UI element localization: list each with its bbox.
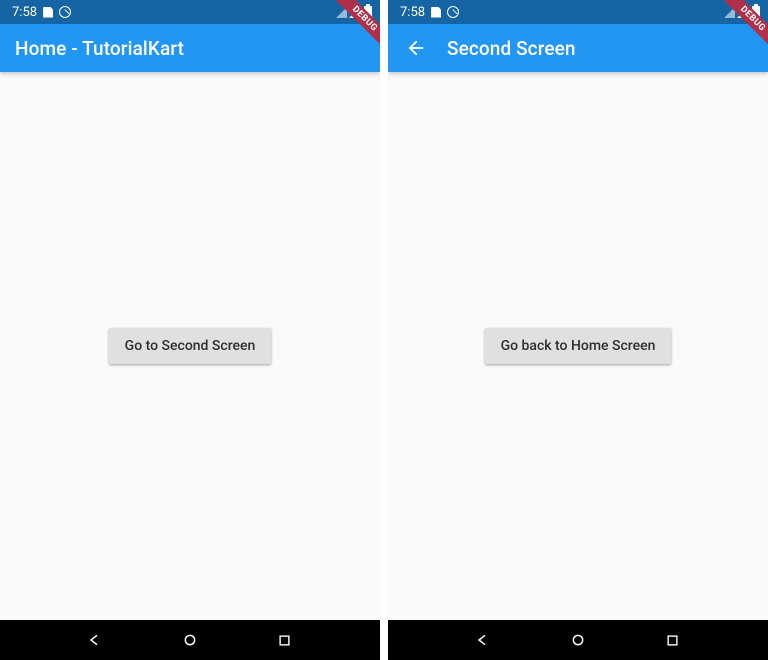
go-back-home-button[interactable]: Go back to Home Screen bbox=[485, 328, 672, 364]
content-area: Go back to Home Screen bbox=[388, 72, 768, 620]
nav-recent-button[interactable] bbox=[663, 630, 683, 650]
app-bar-title: Second Screen bbox=[447, 37, 576, 60]
status-bar: 7:58 bbox=[0, 0, 380, 24]
nav-back-button[interactable] bbox=[473, 630, 493, 650]
status-time: 7:58 bbox=[12, 5, 37, 20]
back-button[interactable] bbox=[397, 29, 435, 67]
nav-recent-button[interactable] bbox=[275, 630, 295, 650]
go-to-second-button[interactable]: Go to Second Screen bbox=[109, 328, 272, 364]
android-nav-bar bbox=[388, 620, 768, 660]
status-left: 7:58 bbox=[400, 5, 459, 20]
app-bar: Home - TutorialKart bbox=[0, 24, 380, 72]
android-nav-bar bbox=[0, 620, 380, 660]
sd-card-icon bbox=[43, 7, 53, 18]
do-not-disturb-icon bbox=[59, 6, 71, 18]
content-area: Go to Second Screen bbox=[0, 72, 380, 620]
arrow-back-icon bbox=[405, 37, 427, 59]
status-time: 7:58 bbox=[400, 5, 425, 20]
status-left: 7:58 bbox=[12, 5, 71, 20]
phone-home: DEBUG 7:58 Home - TutorialKart Go to Sec… bbox=[0, 0, 380, 660]
app-bar: Second Screen bbox=[388, 24, 768, 72]
do-not-disturb-icon bbox=[447, 6, 459, 18]
status-bar: 7:58 bbox=[388, 0, 768, 24]
phone-second: DEBUG 7:58 Second Screen Go back to Home… bbox=[388, 0, 768, 660]
nav-home-button[interactable] bbox=[180, 630, 200, 650]
nav-home-button[interactable] bbox=[568, 630, 588, 650]
nav-back-button[interactable] bbox=[85, 630, 105, 650]
app-bar-title: Home - TutorialKart bbox=[15, 37, 184, 60]
sd-card-icon bbox=[431, 7, 441, 18]
